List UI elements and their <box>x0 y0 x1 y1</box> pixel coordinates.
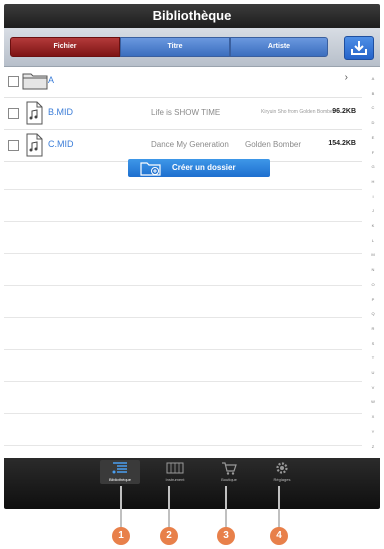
download-button[interactable] <box>344 36 374 60</box>
callout-line <box>278 486 280 528</box>
gear-icon <box>276 462 288 474</box>
row-artist: Golden Bomber <box>245 140 302 149</box>
row-title: Life is SHOW TIME <box>151 108 221 117</box>
tab-label: Réglages <box>273 477 291 482</box>
chevron-right-icon: › <box>344 72 348 83</box>
music-file-icon <box>26 133 43 157</box>
list-item-file[interactable]: B.MID Life is SHOW TIME Kiryuin Sho from… <box>4 98 362 130</box>
index-letter[interactable]: L <box>366 238 380 243</box>
tab-label: Boutique <box>221 477 237 482</box>
callout-line <box>225 486 227 528</box>
index-letter[interactable]: D <box>366 120 380 125</box>
empty-row-divider <box>4 253 362 254</box>
alphabet-index[interactable]: ABCDEFGHIJKLMNOPQRSTUVWXYZ0 <box>366 66 380 463</box>
index-letter[interactable]: O <box>366 282 380 287</box>
row-size: 154.2KB <box>328 140 356 147</box>
row-checkbox[interactable] <box>8 108 19 119</box>
create-folder-button[interactable]: Créer un dossier <box>128 159 270 177</box>
empty-row-divider <box>4 381 362 382</box>
index-letter[interactable]: J <box>366 208 380 213</box>
empty-row-divider <box>4 349 362 350</box>
folder-icon <box>22 73 48 90</box>
app-screen: Bibliothèque Fichier Titre Artiste A › B… <box>4 4 380 509</box>
index-letter[interactable]: N <box>366 267 380 272</box>
index-letter[interactable]: H <box>366 179 380 184</box>
callout-badge: 4 <box>270 527 288 545</box>
empty-row-divider <box>4 445 362 446</box>
tab-reglages[interactable]: Réglages <box>262 460 302 484</box>
index-letter[interactable]: Q <box>366 311 380 316</box>
keyboard-icon <box>166 462 184 474</box>
index-letter[interactable]: F <box>366 150 380 155</box>
library-icon <box>112 462 127 474</box>
segment-fichier[interactable]: Fichier <box>10 37 120 57</box>
row-name: C.MID <box>48 139 74 149</box>
tab-bibliotheque[interactable]: Bibliothèque <box>100 460 140 484</box>
index-letter[interactable]: E <box>366 135 380 140</box>
list-item-folder[interactable]: A › <box>4 66 362 98</box>
index-letter[interactable]: Y <box>366 429 380 434</box>
row-checkbox[interactable] <box>8 140 19 151</box>
index-letter[interactable]: R <box>366 326 380 331</box>
tab-label: Bibliothèque <box>108 477 132 482</box>
index-letter[interactable]: P <box>366 297 380 302</box>
callout-badge: 3 <box>217 527 235 545</box>
index-letter[interactable]: T <box>366 355 380 360</box>
index-letter[interactable]: W <box>366 399 380 404</box>
index-letter[interactable]: I <box>366 194 380 199</box>
callout-line <box>168 486 170 528</box>
index-letter[interactable]: B <box>366 91 380 96</box>
row-title: Dance My Generation <box>151 140 229 149</box>
row-checkbox[interactable] <box>8 76 19 87</box>
list-item-file[interactable]: C.MID Dance My Generation Golden Bomber … <box>4 130 362 162</box>
empty-row-divider <box>4 413 362 414</box>
row-artist: Kiryuin Sho from Golden Bomber <box>261 109 335 115</box>
page-title: Bibliothèque <box>152 8 232 23</box>
index-letter[interactable]: K <box>366 223 380 228</box>
tab-label: Instrument <box>165 477 185 482</box>
callout-badge: 2 <box>160 527 178 545</box>
index-letter[interactable]: M <box>366 252 380 257</box>
tab-instrument[interactable]: Instrument <box>155 460 195 484</box>
segment-artiste[interactable]: Artiste <box>230 37 328 57</box>
row-name: A <box>48 75 55 85</box>
empty-row-divider <box>4 189 362 190</box>
segment-titre[interactable]: Titre <box>120 37 230 57</box>
empty-row-divider <box>4 285 362 286</box>
cart-icon <box>222 462 237 475</box>
index-letter[interactable]: U <box>366 370 380 375</box>
index-letter[interactable]: S <box>366 341 380 346</box>
index-letter[interactable]: Z <box>366 444 380 449</box>
callout-line <box>120 486 122 528</box>
music-file-icon <box>26 101 43 125</box>
index-letter[interactable]: C <box>366 105 380 110</box>
index-letter[interactable]: V <box>366 385 380 390</box>
empty-row-divider <box>4 221 362 222</box>
index-letter[interactable]: X <box>366 414 380 419</box>
row-size: 96.2KB <box>332 108 356 115</box>
title-bar: Bibliothèque <box>4 4 380 28</box>
row-name: B.MID <box>48 107 74 117</box>
create-folder-label: Créer un dossier <box>172 163 236 172</box>
empty-row-divider <box>4 317 362 318</box>
new-folder-icon <box>140 162 161 176</box>
callout-badge: 1 <box>112 527 130 545</box>
tab-boutique[interactable]: Boutique <box>209 460 249 484</box>
download-icon <box>351 41 367 55</box>
segment-bar: Fichier Titre Artiste <box>4 28 380 67</box>
index-letter[interactable]: G <box>366 164 380 169</box>
index-letter[interactable]: A <box>366 76 380 81</box>
bottom-tab-bar: Bibliothèque Instrument Boutique Réglage… <box>4 458 380 509</box>
